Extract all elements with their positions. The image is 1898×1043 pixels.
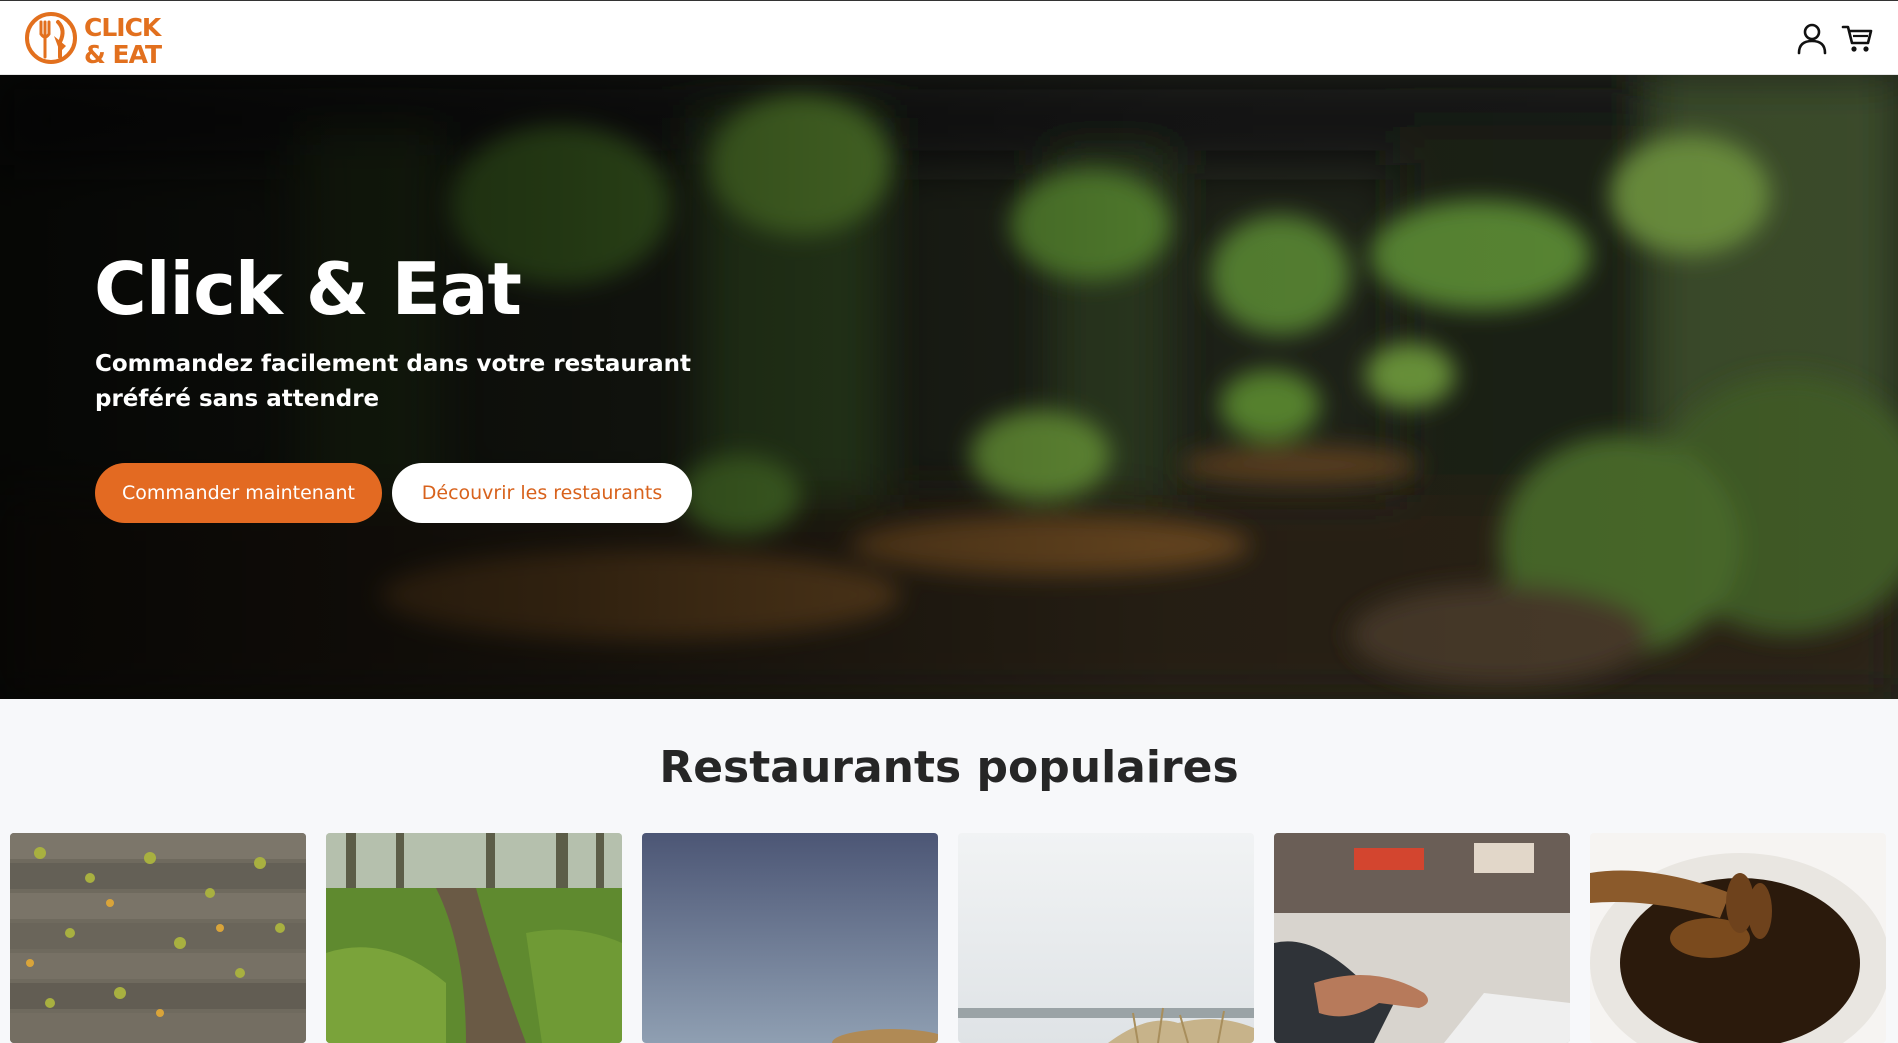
cart-icon bbox=[1841, 25, 1873, 52]
fork-knife-logo-icon bbox=[25, 12, 77, 64]
restaurant-card[interactable] bbox=[1590, 833, 1886, 1043]
restaurant-card[interactable] bbox=[642, 833, 938, 1043]
sky-dune-image bbox=[642, 833, 938, 1043]
brand-wordmark: CLICK & EAT bbox=[84, 13, 162, 69]
brand-line-1: CLICK bbox=[84, 13, 161, 42]
popular-restaurants-heading: Restaurants populaires bbox=[659, 742, 1239, 793]
hero-title: Click & Eat bbox=[94, 247, 522, 331]
restaurant-card[interactable] bbox=[326, 833, 622, 1043]
forest-path-image bbox=[326, 833, 622, 1043]
user-icon bbox=[1797, 23, 1827, 55]
discover-restaurants-button[interactable]: Découvrir les restaurants bbox=[392, 463, 692, 523]
honey-dipper-image bbox=[1590, 833, 1886, 1043]
restaurant-card[interactable] bbox=[958, 833, 1254, 1043]
order-now-button[interactable]: Commander maintenant bbox=[95, 463, 382, 523]
restaurant-card[interactable] bbox=[10, 833, 306, 1043]
wooden-deck-leaves-image bbox=[10, 833, 306, 1043]
hero-subtitle: Commandez facilement dans votre restaura… bbox=[95, 351, 691, 412]
beach-grass-image bbox=[958, 833, 1254, 1043]
brand-logo[interactable]: CLICK & EAT bbox=[24, 10, 164, 68]
brand-line-2: & EAT bbox=[84, 40, 162, 69]
top-navbar: CLICK & EAT bbox=[0, 0, 1898, 75]
hero-banner: Click & Eat Commandez facilement dans vo… bbox=[0, 75, 1898, 699]
account-button[interactable] bbox=[1795, 21, 1829, 55]
restaurant-card-list bbox=[10, 833, 1898, 1043]
cart-button[interactable] bbox=[1841, 21, 1875, 55]
restaurant-card[interactable] bbox=[1274, 833, 1570, 1043]
laptop-hands-image bbox=[1274, 833, 1570, 1043]
